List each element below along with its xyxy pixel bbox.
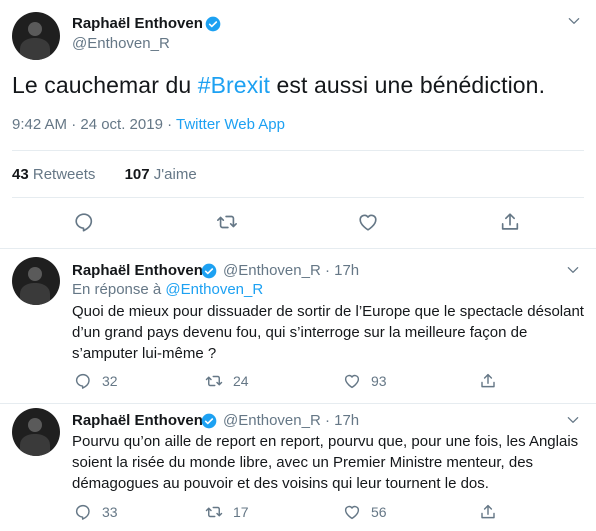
retweet-button[interactable]: 17 [205,503,249,521]
divider [12,150,584,151]
divider [0,248,596,249]
chevron-down-icon[interactable] [566,263,580,277]
verified-badge-icon [201,413,217,429]
retweet-count: 17 [233,504,249,520]
heart-icon [344,505,360,520]
heart-icon [359,214,377,231]
retweet-count: 24 [233,373,249,389]
reply-icon [75,213,93,232]
divider [12,197,584,198]
chevron-down-icon[interactable] [566,413,580,427]
reply-icon [75,504,90,520]
likes-count: 107 [124,166,150,183]
in-reply-handle-link[interactable]: @Enthoven_R [165,281,263,298]
avatar[interactable] [12,257,60,305]
reply-button[interactable]: 32 [74,372,118,390]
author-handle-time[interactable]: @Enthoven_R · 17h [223,412,359,429]
author-handle[interactable]: @Enthoven_R [72,35,170,52]
tweet-text: Pourvu qu’on aille de report en report, … [72,433,579,492]
retweets-count: 43 [12,166,29,183]
like-button[interactable]: 56 [343,503,387,521]
share-button[interactable] [479,372,507,390]
share-icon [481,504,495,519]
retweet-button[interactable]: 24 [205,372,249,390]
reply-icon [75,373,90,389]
reply-count: 33 [102,504,118,520]
share-button[interactable] [499,211,521,233]
avatar[interactable] [12,408,60,456]
in-reply-prefix: En réponse à [72,281,166,298]
heart-icon [344,374,360,389]
share-icon [501,213,519,230]
retweets-label: Retweets [32,166,96,183]
like-button[interactable] [357,211,379,233]
share-button[interactable] [479,503,507,521]
like-count: 93 [371,373,387,389]
like-count: 56 [371,504,387,520]
chevron-down-icon[interactable] [567,14,581,28]
author-name[interactable]: Raphaël Enthoven [72,262,203,279]
share-icon [481,373,495,388]
tweet-stats: 43 Retweets 107 J'aime [12,166,197,183]
reply-button[interactable] [73,211,95,233]
likes-label: J'aime [153,166,197,183]
verified-badge-icon [205,16,221,32]
retweets-stat[interactable]: 43 Retweets [12,166,95,183]
reply-count: 32 [102,373,118,389]
verified-badge-icon [201,263,217,279]
tweet-timestamp[interactable]: 9:42 AM · 24 oct. 2019 · [12,116,176,133]
tweet-meta: 9:42 AM · 24 oct. 2019 · Twitter Web App [12,116,285,133]
like-button[interactable]: 93 [343,372,387,390]
retweet-button[interactable] [216,211,238,233]
author-handle-time[interactable]: @Enthoven_R · 17h [223,262,359,279]
hashtag-link[interactable]: #Brexit [198,72,270,98]
divider [0,403,596,404]
tweet-text-end: est aussi une bénédiction. [270,72,546,98]
tweet-text: Le cauchemar du #Brexit est aussi une bé… [12,72,545,99]
in-reply-to: En réponse à @Enthoven_R [72,281,263,298]
source-app-link[interactable]: Twitter Web App [176,116,285,133]
reply-button[interactable]: 33 [74,503,118,521]
author-name[interactable]: Raphaël Enthoven [72,412,203,429]
retweet-icon [217,215,237,229]
avatar[interactable] [12,12,60,60]
author-name[interactable]: Raphaël Enthoven [72,15,203,32]
tweet-text-start: Le cauchemar du [12,72,198,98]
likes-stat[interactable]: 107 J'aime [125,166,197,183]
retweet-icon [205,375,223,387]
tweet-text: Quoi de mieux pour dissuader de sortir d… [72,303,584,362]
retweet-icon [205,506,223,518]
